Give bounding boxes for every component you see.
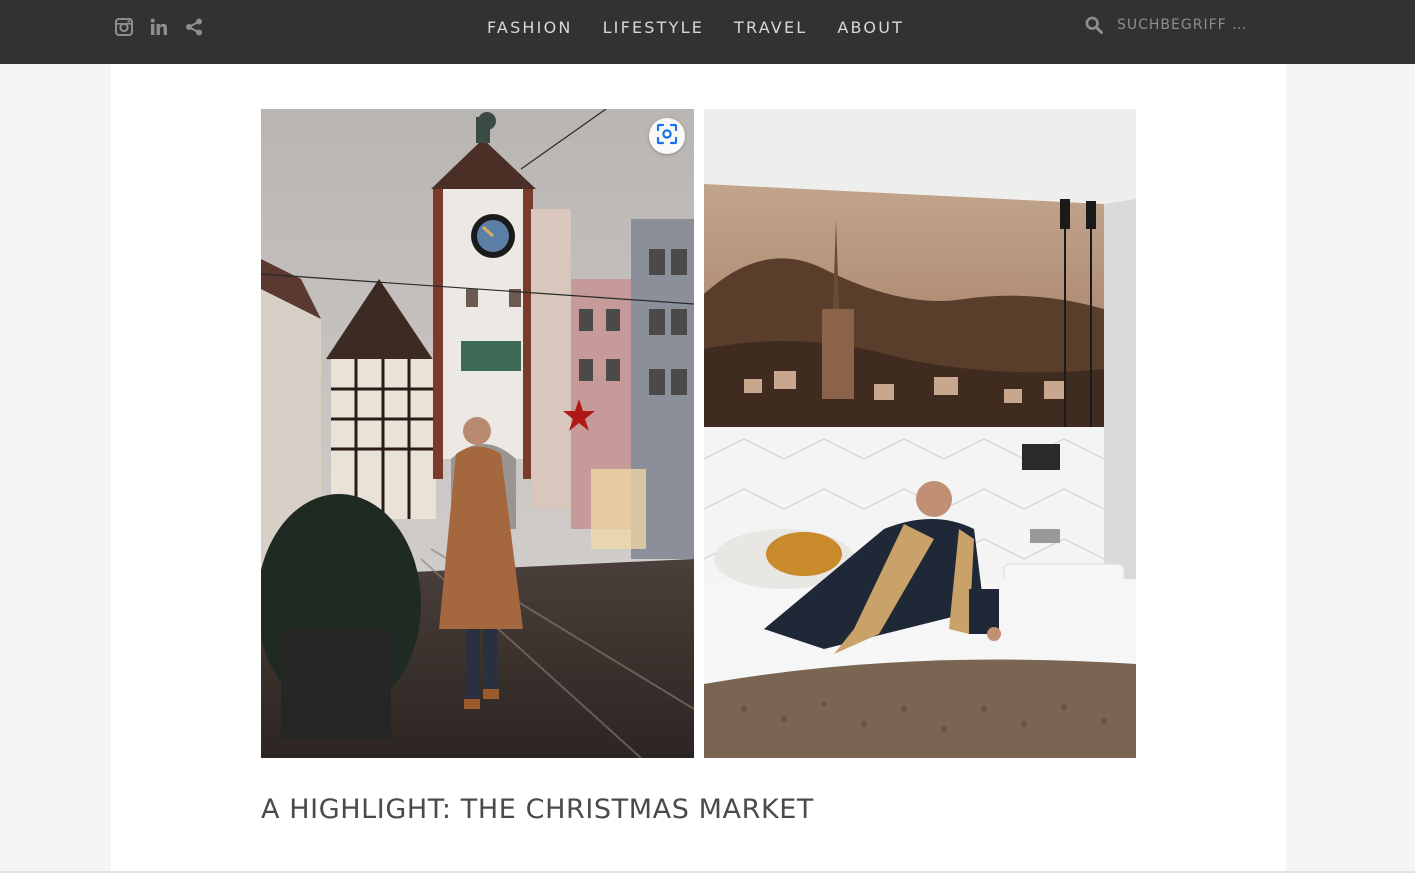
instagram-icon[interactable] [114,16,133,38]
search-box [1083,12,1267,38]
hotel-room-photo[interactable] [704,109,1136,758]
nav-item-about[interactable]: ABOUT [837,17,904,39]
search-icon[interactable] [1083,12,1105,38]
article-content: A HIGHLIGHT: THE CHRISTMAS MARKET [111,64,1286,871]
linkedin-icon[interactable] [149,16,168,38]
search-input[interactable] [1117,12,1267,38]
social-links [114,16,203,38]
nav-item-fashion[interactable]: FASHION [487,17,573,39]
freiburg-city-gate-photo[interactable] [261,109,694,758]
nav-item-travel[interactable]: TRAVEL [734,17,807,39]
nav-item-lifestyle[interactable]: LIFESTYLE [603,17,704,39]
visual-search-icon [656,123,678,149]
top-navigation-bar: FASHION LIFESTYLE TRAVEL ABOUT [0,0,1415,64]
share-icon[interactable] [184,16,203,38]
visual-search-button[interactable] [649,118,685,154]
main-menu: FASHION LIFESTYLE TRAVEL ABOUT [487,17,904,39]
article-section-heading: A HIGHLIGHT: THE CHRISTMAS MARKET [261,794,814,825]
